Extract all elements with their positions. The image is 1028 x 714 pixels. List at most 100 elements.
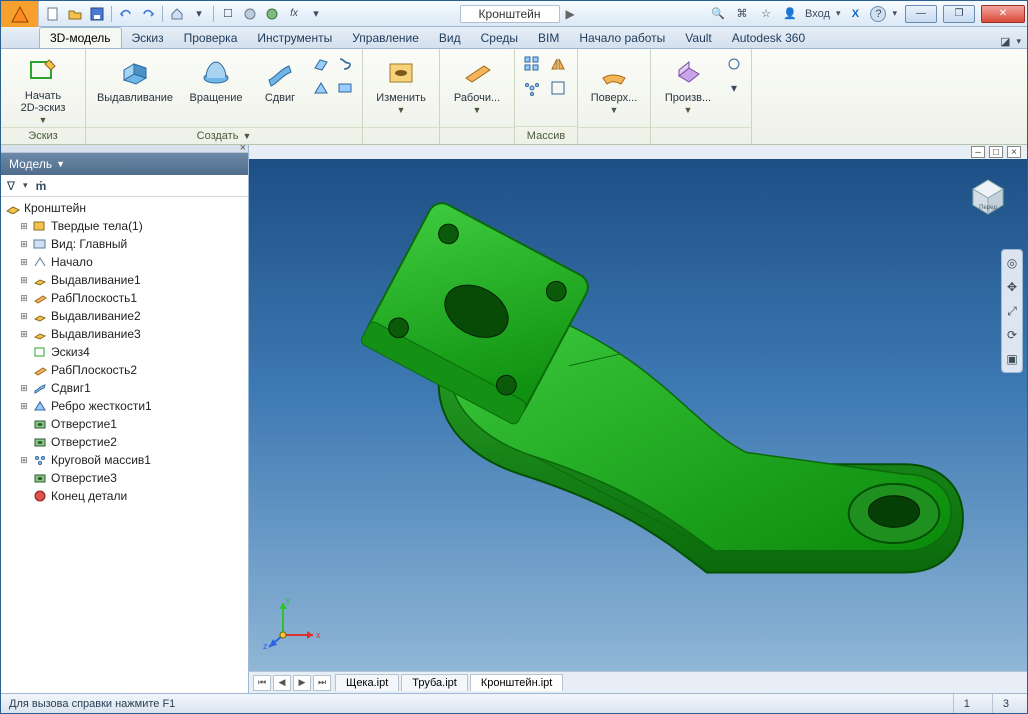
- viewport-restore-icon[interactable]: □: [989, 146, 1003, 158]
- nav-wheel-icon[interactable]: ◎: [1003, 254, 1021, 272]
- tree-expander-icon[interactable]: ⊞: [19, 257, 29, 268]
- tree-node[interactable]: Эскиз4: [1, 343, 248, 361]
- signin-icon[interactable]: 👤: [781, 5, 799, 23]
- viewport-close-icon[interactable]: ×: [1007, 146, 1021, 158]
- tab-vault[interactable]: Vault: [675, 28, 721, 48]
- start-2d-sketch-button[interactable]: Начать 2D-эскиз ▼: [7, 53, 79, 123]
- filter-icon[interactable]: ∇: [7, 179, 15, 193]
- browser-close-icon[interactable]: ×: [240, 142, 246, 154]
- tree-expander-icon[interactable]: ⊞: [19, 239, 29, 250]
- qat-home-icon[interactable]: [167, 5, 187, 23]
- qat-more-icon[interactable]: ▾: [306, 5, 326, 23]
- doc-tab-2[interactable]: Кронштейн.ipt: [470, 674, 563, 691]
- surface-button[interactable]: Поверх...▼: [584, 53, 644, 123]
- loft-icon[interactable]: [310, 53, 332, 75]
- doc-tab-0[interactable]: Щека.ipt: [335, 674, 399, 691]
- modify-button[interactable]: Изменить▼: [369, 53, 433, 123]
- find-icon[interactable]: ṁ: [36, 179, 47, 193]
- favorite-icon[interactable]: ☆: [757, 5, 775, 23]
- keytips-icon[interactable]: ⌘: [733, 5, 751, 23]
- tree-node[interactable]: ⊞Выдавливание2: [1, 307, 248, 325]
- tree-expander-icon[interactable]: ⊞: [19, 401, 29, 412]
- tree-node[interactable]: ⊞Сдвиг1: [1, 379, 248, 397]
- minimize-button[interactable]: —: [905, 5, 937, 23]
- qat-undo-icon[interactable]: [116, 5, 136, 23]
- tree-node[interactable]: ⊞Начало: [1, 253, 248, 271]
- workfeatures-button[interactable]: Рабочи...▼: [446, 53, 508, 123]
- tree-node[interactable]: ⊞Выдавливание1: [1, 271, 248, 289]
- title-play-icon[interactable]: ▶: [566, 7, 580, 21]
- signin-label[interactable]: Вход: [805, 8, 830, 20]
- tree-node[interactable]: ⊞РабПлоскость1: [1, 289, 248, 307]
- doc-nav-last-icon[interactable]: ⏭: [313, 675, 331, 691]
- convert-dropdown-icon[interactable]: ▾: [723, 77, 745, 99]
- ribbon-collapse-icon[interactable]: ◪: [1000, 35, 1010, 48]
- sketch-driven-icon[interactable]: [547, 77, 569, 99]
- qat-fx-icon[interactable]: fx: [284, 5, 304, 23]
- nav-zoom-icon[interactable]: ⤢: [1003, 302, 1021, 320]
- qat-redo-icon[interactable]: [138, 5, 158, 23]
- tab-view[interactable]: Вид: [429, 28, 471, 48]
- tree-expander-icon[interactable]: ⊞: [19, 383, 29, 394]
- browser-title[interactable]: Модель▼: [1, 153, 248, 175]
- app-menu-button[interactable]: [1, 1, 39, 27]
- viewport-3d[interactable]: Перед ◎ ✥ ⤢ ⟳ ▣ x y z: [249, 159, 1027, 671]
- sweep-button[interactable]: Сдвиг: [254, 53, 306, 123]
- circ-pattern-icon[interactable]: [521, 77, 543, 99]
- tree-expander-icon[interactable]: ⊞: [19, 221, 29, 232]
- tab-inspect[interactable]: Проверка: [174, 28, 248, 48]
- tree-node[interactable]: ⊞Вид: Главный: [1, 235, 248, 253]
- tree-node[interactable]: Отверстие1: [1, 415, 248, 433]
- nav-lookat-icon[interactable]: ▣: [1003, 350, 1021, 368]
- tab-a360[interactable]: Autodesk 360: [722, 28, 815, 48]
- tree-expander-icon[interactable]: ⊞: [19, 293, 29, 304]
- nav-orbit-icon[interactable]: ⟳: [1003, 326, 1021, 344]
- mirror-icon[interactable]: [547, 53, 569, 75]
- tree-node[interactable]: Конец детали: [1, 487, 248, 505]
- tab-manage[interactable]: Управление: [342, 28, 429, 48]
- coil-icon[interactable]: [334, 53, 356, 75]
- viewport-minimize-icon[interactable]: –: [971, 146, 985, 158]
- tree-expander-icon[interactable]: ⊞: [19, 275, 29, 286]
- convert-icon[interactable]: [723, 53, 745, 75]
- tree-node[interactable]: ⊞Выдавливание3: [1, 325, 248, 343]
- qat-open-icon[interactable]: [65, 5, 85, 23]
- emboss-icon[interactable]: [334, 77, 356, 99]
- viewcube[interactable]: Перед: [965, 173, 1011, 219]
- tree-expander-icon[interactable]: ⊞: [19, 329, 29, 340]
- qat-home-dropdown-icon[interactable]: ▾: [189, 5, 209, 23]
- tab-tools[interactable]: Инструменты: [247, 28, 342, 48]
- rib-icon[interactable]: [310, 77, 332, 99]
- tree-expander-icon[interactable]: ⊞: [19, 311, 29, 322]
- model-tree[interactable]: Кронштейн ⊞Твердые тела(1)⊞Вид: Главный⊞…: [1, 197, 248, 693]
- doc-nav-prev-icon[interactable]: ◀: [273, 675, 291, 691]
- exchange-icon[interactable]: X: [846, 5, 864, 23]
- help-icon[interactable]: ?: [870, 6, 886, 22]
- qat-select-icon[interactable]: ☐: [218, 5, 238, 23]
- qat-appearance-icon[interactable]: [262, 5, 282, 23]
- tab-getstarted[interactable]: Начало работы: [569, 28, 675, 48]
- doc-nav-next-icon[interactable]: ▶: [293, 675, 311, 691]
- doc-nav-first-icon[interactable]: ⏮: [253, 675, 271, 691]
- search-icon[interactable]: 🔍: [709, 5, 727, 23]
- tree-node[interactable]: Отверстие2: [1, 433, 248, 451]
- qat-save-icon[interactable]: [87, 5, 107, 23]
- rect-pattern-icon[interactable]: [521, 53, 543, 75]
- tab-3d-model[interactable]: 3D-модель: [39, 27, 122, 48]
- tree-node[interactable]: РабПлоскость2: [1, 361, 248, 379]
- close-button[interactable]: ✕: [981, 5, 1025, 23]
- tree-node[interactable]: ⊞Круговой массив1: [1, 451, 248, 469]
- tab-sketch[interactable]: Эскиз: [122, 28, 174, 48]
- tree-root[interactable]: Кронштейн: [1, 199, 248, 217]
- tree-node[interactable]: ⊞Ребро жесткости1: [1, 397, 248, 415]
- freeform-button[interactable]: Произв...▼: [657, 53, 719, 123]
- nav-pan-icon[interactable]: ✥: [1003, 278, 1021, 296]
- browser-grip[interactable]: ×: [1, 145, 248, 153]
- qat-new-icon[interactable]: [43, 5, 63, 23]
- tab-bim[interactable]: BIM: [528, 28, 569, 48]
- revolve-button[interactable]: Вращение: [182, 53, 250, 123]
- extrude-button[interactable]: Выдавливание: [92, 53, 178, 123]
- tree-node[interactable]: Отверстие3: [1, 469, 248, 487]
- tree-expander-icon[interactable]: ⊞: [19, 455, 29, 466]
- tab-environments[interactable]: Среды: [471, 28, 528, 48]
